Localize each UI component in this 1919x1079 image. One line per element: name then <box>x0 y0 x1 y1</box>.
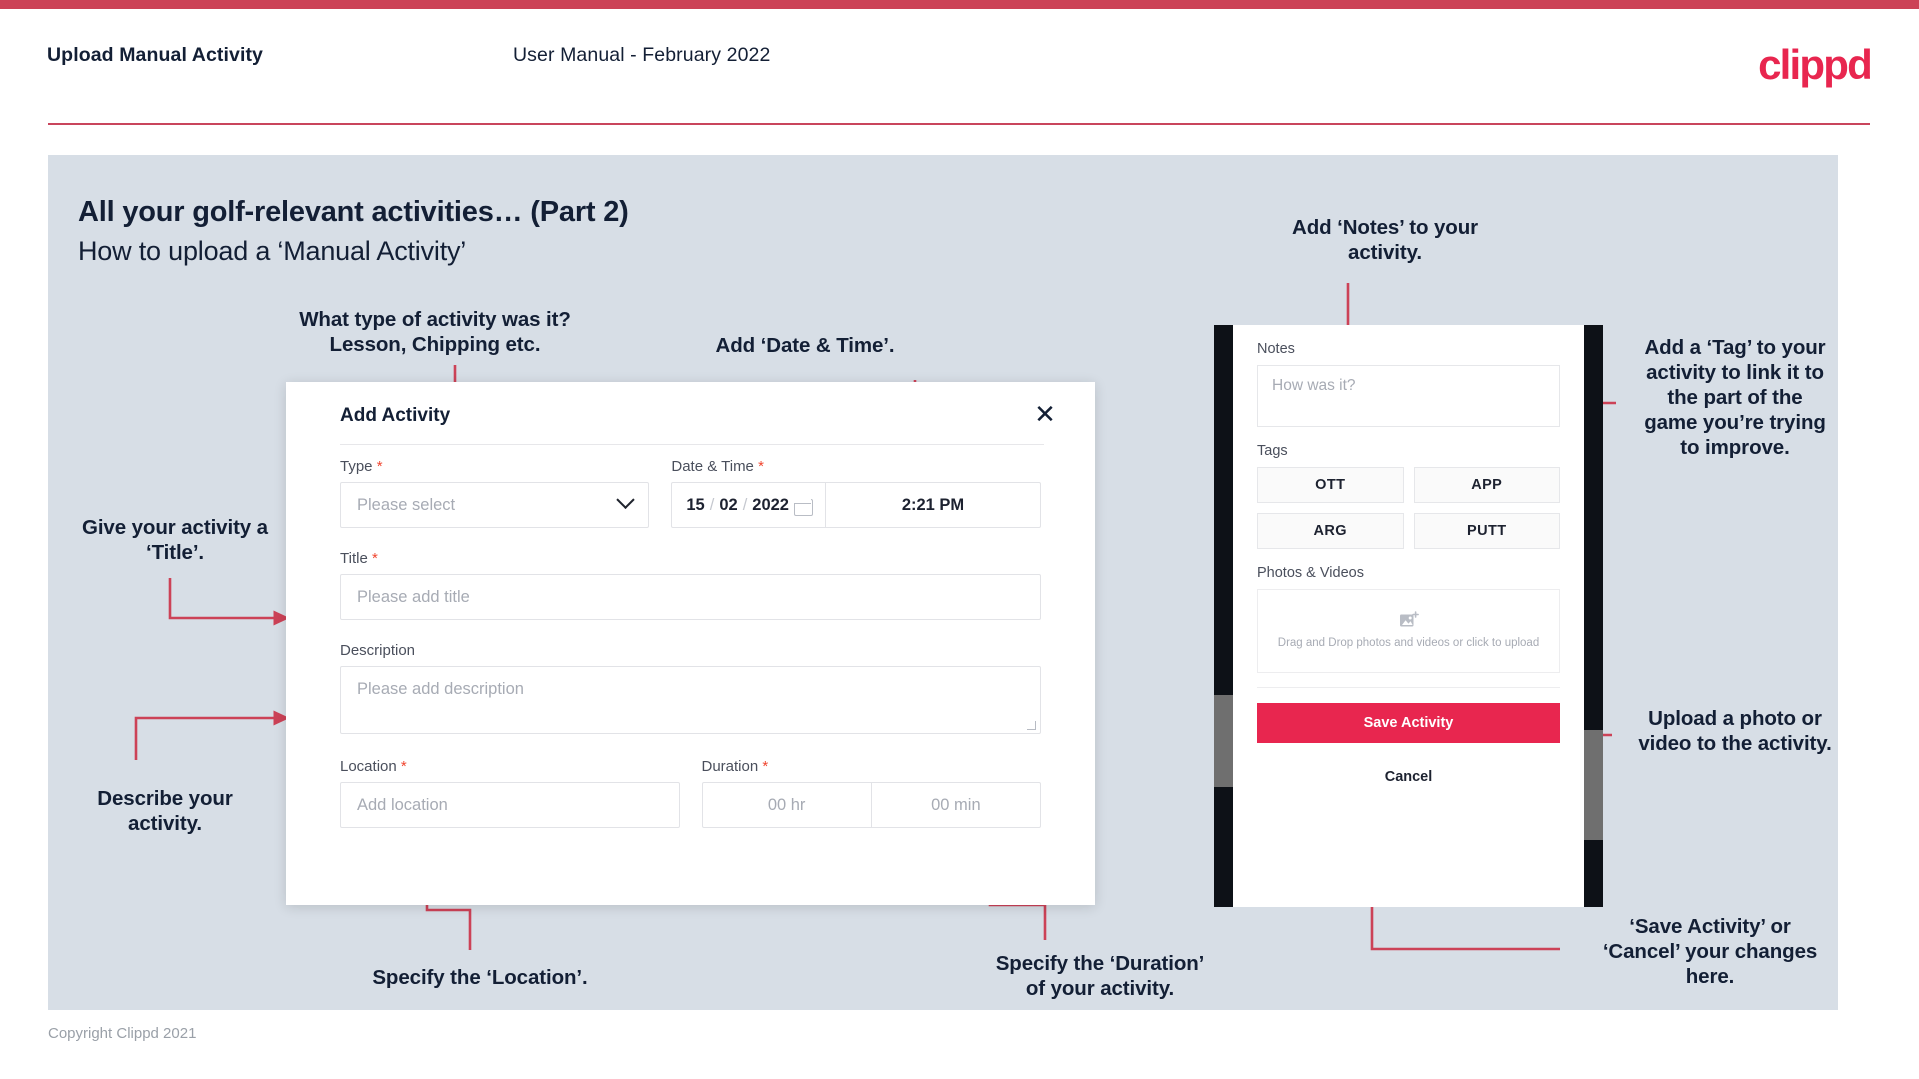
field-type: Type * Please select <box>340 458 650 528</box>
slide-subheading: How to upload a ‘Manual Activity’ <box>78 236 467 266</box>
notes-placeholder: How was it? <box>1272 377 1356 394</box>
annotation-notes: Add ‘Notes’ to your activity. <box>1291 216 1479 264</box>
annotation-title: Give your activity a ‘Title’. <box>81 516 268 564</box>
date-sep: / <box>709 495 715 514</box>
required-marker: * <box>376 458 383 475</box>
phone-right-rail <box>1584 325 1603 907</box>
dialog-divider <box>340 444 1044 445</box>
row-type-datetime: Type * Please select Date & Time * 15 / … <box>286 458 1095 528</box>
date-input[interactable]: 15 / 02 / 2022 <box>672 483 825 527</box>
dialog-header: Add Activity ✕ <box>286 382 1095 444</box>
chevron-down-icon <box>616 490 636 509</box>
notes-label: Notes <box>1257 341 1295 357</box>
header-divider <box>48 123 1870 125</box>
tags-label: Tags <box>1257 443 1288 459</box>
photos-label: Photos & Videos <box>1257 565 1364 581</box>
page-title: Upload Manual Activity <box>47 44 264 66</box>
description-label: Description <box>340 642 416 659</box>
tag-putt[interactable]: PUTT <box>1413 513 1560 549</box>
location-label: Location * <box>340 758 407 775</box>
tag-arg[interactable]: ARG <box>1257 513 1404 549</box>
type-placeholder: Please select <box>357 495 456 514</box>
duration-hours-input[interactable]: 00 hr <box>703 783 871 827</box>
description-input[interactable]: Please add description <box>340 666 1041 734</box>
row-location-duration: Location * Add location Duration * 00 hr… <box>286 734 1095 828</box>
phone-screen: Notes How was it? Tags OTT APP ARG PUTT … <box>1233 325 1584 907</box>
annotation-tag: Add a ‘Tag’ to your activity to link it t… <box>1644 336 1826 459</box>
title-label: Title * <box>340 550 378 567</box>
save-activity-button[interactable]: Save Activity <box>1257 703 1560 743</box>
cancel-button[interactable]: Cancel <box>1257 769 1560 785</box>
title-placeholder: Please add title <box>357 587 470 606</box>
phone-left-rail <box>1214 325 1233 907</box>
datetime-label: Date & Time * <box>671 458 764 475</box>
tags-grid: OTT APP ARG PUTT <box>1257 467 1560 549</box>
required-marker: * <box>400 758 407 775</box>
required-marker: * <box>758 458 764 475</box>
add-activity-dialog: Add Activity ✕ Type * Please select Date… <box>286 382 1095 905</box>
date-day: 15 <box>686 495 705 514</box>
notes-input[interactable]: How was it? <box>1257 365 1560 427</box>
title-input[interactable]: Please add title <box>340 574 1041 620</box>
slide-page: Upload Manual Activity User Manual - Feb… <box>0 0 1919 1079</box>
date-sep: / <box>742 495 748 514</box>
field-location: Location * Add location <box>340 758 680 828</box>
phone-divider <box>1257 687 1560 688</box>
dialog-title: Add Activity <box>340 405 451 426</box>
date-year: 2022 <box>752 495 789 514</box>
annotation-datetime: Add ‘Date & Time’. <box>715 334 895 357</box>
field-duration: Duration * 00 hr 00 min <box>701 758 1041 828</box>
phone-side-button <box>1214 695 1233 787</box>
slide-heading: All your golf-relevant activities… (Part… <box>78 196 629 228</box>
annotation-description: Describe your activity. <box>97 787 233 835</box>
calendar-icon[interactable] <box>794 496 813 516</box>
annotation-location: Specify the ‘Location’. <box>372 966 588 989</box>
annotation-duration: Specify the ‘Duration’ of your activity. <box>995 952 1205 1000</box>
annotation-upload: Upload a photo or video to the activity. <box>1638 707 1832 755</box>
phone-mockup: Notes How was it? Tags OTT APP ARG PUTT … <box>1214 325 1603 907</box>
tag-app[interactable]: APP <box>1413 467 1560 503</box>
close-icon[interactable]: ✕ <box>1031 400 1059 428</box>
type-select[interactable]: Please select <box>340 482 650 528</box>
field-title: Title * Please add title <box>286 528 1095 620</box>
page-subtitle: User Manual - February 2022 <box>513 44 771 66</box>
duration-group: 00 hr 00 min <box>701 782 1041 828</box>
datetime-group: 15 / 02 / 2022 2:21 PM <box>671 482 1041 528</box>
duration-label: Duration * <box>701 758 769 775</box>
duration-minutes-input[interactable]: 00 min <box>870 783 1040 827</box>
resize-handle-icon[interactable] <box>1027 721 1036 730</box>
dialog-body: Type * Please select Date & Time * 15 / … <box>286 458 1095 828</box>
footer-copyright: Copyright Clippd 2021 <box>48 1025 197 1042</box>
date-month: 02 <box>719 495 738 514</box>
dropzone-text: Drag and Drop photos and videos or click… <box>1277 636 1540 649</box>
location-input[interactable]: Add location <box>340 782 680 828</box>
top-accent-bar <box>0 0 1919 9</box>
time-input[interactable]: 2:21 PM <box>825 483 1040 527</box>
phone-side-button <box>1584 730 1603 840</box>
description-placeholder: Please add description <box>357 680 524 698</box>
add-image-icon <box>1399 610 1419 627</box>
field-datetime: Date & Time * 15 / 02 / 2022 2:21 PM <box>671 458 1041 528</box>
clippd-logo: clippd <box>1758 41 1873 88</box>
annotation-type: What type of activity was it? Lesson, Chi… <box>299 308 571 356</box>
required-marker: * <box>762 758 769 775</box>
field-description: Description Please add description <box>286 620 1095 734</box>
type-label: Type * <box>340 458 383 475</box>
location-placeholder: Add location <box>357 795 448 814</box>
required-marker: * <box>371 550 378 567</box>
dropzone[interactable]: Drag and Drop photos and videos or click… <box>1257 589 1560 673</box>
tag-ott[interactable]: OTT <box>1257 467 1404 503</box>
annotation-save: ‘Save Activity’ or ‘Cancel’ your changes h… <box>1602 915 1818 988</box>
